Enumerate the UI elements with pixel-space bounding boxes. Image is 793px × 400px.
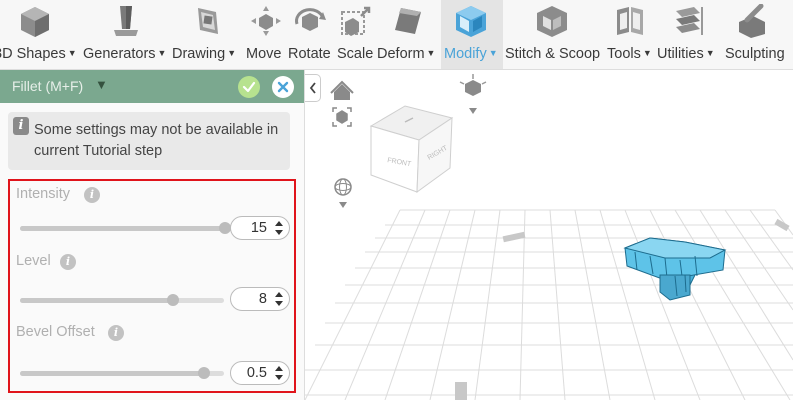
scale-icon <box>336 0 376 42</box>
info-icon[interactable]: i <box>108 325 124 341</box>
toolbar-sculpting-label: Sculpting <box>725 46 785 62</box>
chevron-down-icon: ▼ <box>67 48 77 58</box>
chevron-down-icon: ▼ <box>488 48 498 58</box>
spinner-arrows-icon[interactable] <box>274 365 284 381</box>
toolbar-stitch-scoop[interactable]: Stitch & Scoop <box>503 0 606 69</box>
intensity-slider-fill <box>20 226 225 231</box>
chevron-down-icon: ▼ <box>642 48 652 58</box>
level-value: 8 <box>258 291 267 307</box>
toolbar-tools[interactable]: Tools ▼ <box>606 0 656 69</box>
cancel-button[interactable] <box>272 76 294 98</box>
toolbar-move-label: Move <box>246 46 282 62</box>
chevron-down-icon: ▼ <box>426 48 436 58</box>
level-stepper[interactable]: 8 <box>230 287 290 311</box>
toolbar-tools-label: Tools <box>607 46 641 62</box>
info-icon[interactable]: i <box>84 187 100 203</box>
toolbar-generators-label: Generators <box>83 46 156 62</box>
generator-icon <box>106 0 146 42</box>
utilities-icon <box>668 0 708 42</box>
level-slider-fill <box>20 298 173 303</box>
chevron-down-icon: ▼ <box>227 48 237 58</box>
toolbar-drawing-label: Drawing <box>172 46 226 62</box>
spinner-arrows-icon[interactable] <box>274 291 284 307</box>
bevel-offset-value: 0.5 <box>246 365 267 381</box>
tools-icon <box>610 0 650 42</box>
level-label: Level <box>16 253 51 269</box>
3d-viewport[interactable]: FRONT RIGHT <box>305 70 793 400</box>
toolbar-drawing[interactable]: Drawing ▼ <box>170 0 244 69</box>
toolbar-deform-label: Deform <box>377 46 425 62</box>
level-slider[interactable] <box>20 294 224 306</box>
bevel-offset-slider-thumb[interactable] <box>197 367 210 379</box>
orbit-icon[interactable] <box>334 178 352 208</box>
checkmark-icon <box>242 81 256 93</box>
panel-header: Fillet (M+F) ▼ <box>0 70 304 103</box>
fit-view-icon[interactable] <box>332 107 352 127</box>
toolbar-3d-shapes-label: 3D Shapes <box>0 46 66 62</box>
stitch-scoop-icon <box>532 0 572 42</box>
bevel-offset-stepper[interactable]: 0.5 <box>230 361 290 385</box>
toolbar-utilities-label: Utilities <box>657 46 704 62</box>
tutorial-info-text: Some settings may not be available in cu… <box>34 122 279 159</box>
panel-title: Fillet (M+F) <box>12 78 84 94</box>
toolbar-stitch-scoop-label: Stitch & Scoop <box>505 46 601 62</box>
toolbar-scale-label: Scale <box>337 46 374 62</box>
toolbar-rotate-label: Rotate <box>288 46 331 62</box>
deform-icon <box>388 0 428 42</box>
bevel-offset-slider[interactable] <box>20 367 224 379</box>
toolbar-modify-label: Modify <box>444 46 487 62</box>
bevel-offset-slider-fill <box>20 371 204 376</box>
3d-model[interactable] <box>623 237 727 301</box>
toolbar-scale[interactable]: Scale <box>336 0 376 69</box>
fillet-panel: Fillet (M+F) ▼ i Some settings may not b… <box>0 70 305 400</box>
toolbar-move[interactable]: Move <box>244 0 286 69</box>
chevron-down-icon: ▼ <box>705 48 715 58</box>
intensity-slider[interactable] <box>20 222 231 234</box>
intensity-value: 15 <box>250 220 267 236</box>
collapse-panel-button[interactable] <box>305 74 321 102</box>
settings-highlight: Intensity i 15 Level i 8 Bevel Offset i <box>8 179 296 393</box>
toolbar-generators[interactable]: Generators ▼ <box>82 0 170 69</box>
bevel-offset-label: Bevel Offset <box>16 324 95 340</box>
level-slider-thumb[interactable] <box>167 294 179 306</box>
close-icon <box>277 81 289 93</box>
view-options-icon[interactable] <box>459 74 487 114</box>
toolbar-3d-shapes[interactable]: 3D Shapes ▼ <box>0 0 82 69</box>
tutorial-info-box: i Some settings may not be available in … <box>8 112 290 170</box>
chevron-left-icon <box>309 82 316 94</box>
toolbar-utilities[interactable]: Utilities ▼ <box>656 0 724 69</box>
cube-icon <box>15 0 55 42</box>
intensity-label: Intensity <box>16 186 70 202</box>
info-icon: i <box>13 117 29 135</box>
toolbar-deform[interactable]: Deform ▼ <box>376 0 441 69</box>
drawing-icon <box>188 0 228 42</box>
info-icon[interactable]: i <box>60 254 76 270</box>
view-cube[interactable]: FRONT RIGHT <box>369 105 454 194</box>
rotate-icon <box>290 0 330 42</box>
toolbar-sculpting[interactable]: Sculpting <box>724 0 793 69</box>
intensity-stepper[interactable]: 15 <box>230 216 290 240</box>
home-icon[interactable] <box>330 80 354 100</box>
toolbar-rotate[interactable]: Rotate <box>286 0 336 69</box>
toolbar-modify[interactable]: Modify ▼ <box>441 0 503 69</box>
modify-icon <box>451 0 491 42</box>
sculpting-icon <box>732 0 772 42</box>
confirm-button[interactable] <box>238 76 260 98</box>
chevron-down-icon[interactable]: ▼ <box>95 77 108 92</box>
spinner-arrows-icon[interactable] <box>274 220 284 236</box>
main-toolbar: 3D Shapes ▼ Generators ▼ Drawing ▼ Move Rot… <box>0 0 793 70</box>
chevron-down-icon: ▼ <box>157 48 167 58</box>
viewport-canvas: FRONT RIGHT <box>305 74 793 400</box>
move-icon <box>246 0 286 42</box>
